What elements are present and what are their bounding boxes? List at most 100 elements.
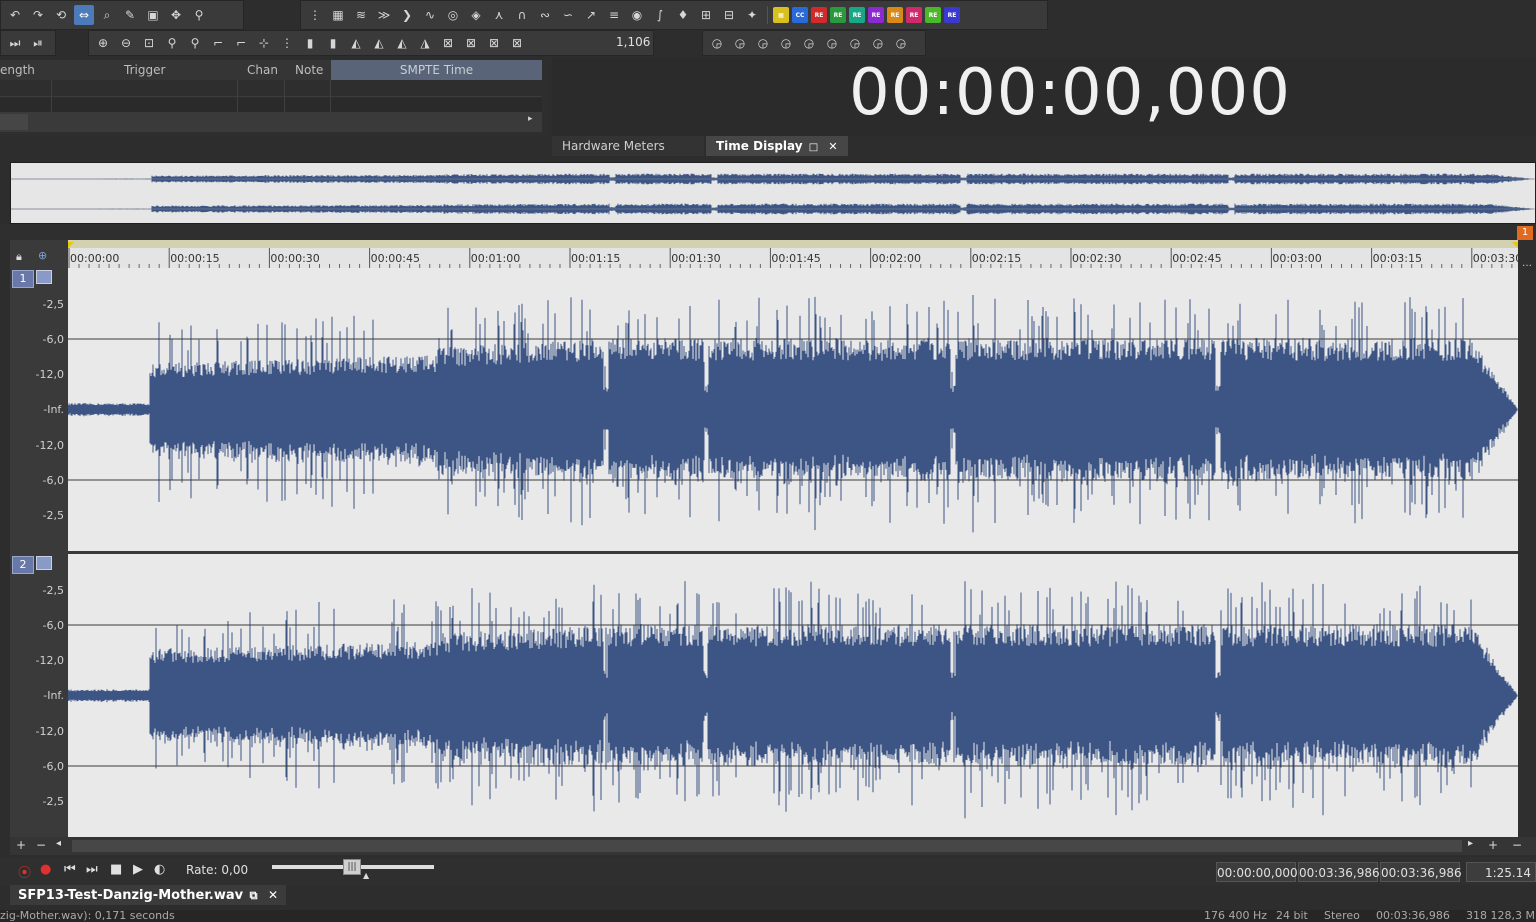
play-icon[interactable]: ▶	[133, 862, 143, 877]
next-icon[interactable]: ⏯	[28, 33, 48, 53]
record-icon[interactable]: ●	[40, 862, 51, 877]
channel-1-waveform[interactable]	[67, 268, 1518, 551]
scroll-right-icon[interactable]: ▸	[528, 114, 533, 124]
undo-icon[interactable]: ↶	[5, 5, 25, 25]
go-to-end-icon[interactable]: ⏭	[86, 862, 98, 877]
plugin-red-icon[interactable]: RE	[811, 7, 827, 23]
marker-icon-5[interactable]: ◭	[392, 33, 412, 53]
column-trigger[interactable]: Trigger	[124, 63, 165, 77]
process-icon-6[interactable]: ∿	[420, 5, 440, 25]
process-icon-14[interactable]: ≡	[604, 5, 624, 25]
plugin-green-icon[interactable]: RE	[830, 7, 846, 23]
plugin-orange-icon[interactable]: RE	[887, 7, 903, 23]
zoom-out-icon[interactable]: ⊖	[116, 33, 136, 53]
marker-icon-1[interactable]: ▮	[300, 33, 320, 53]
process-icon-16[interactable]: ∫	[650, 5, 670, 25]
process-icon-12[interactable]: ∽	[558, 5, 578, 25]
plugin-lime-icon[interactable]: RE	[925, 7, 941, 23]
process-icon-3[interactable]: ≋	[351, 5, 371, 25]
zoom-preset-2-icon[interactable]: ⚲	[185, 33, 205, 53]
process-icon-13[interactable]: ↗	[581, 5, 601, 25]
channel-1-number[interactable]: 1	[12, 270, 34, 288]
tab-hardware-meters[interactable]: Hardware Meters	[552, 136, 704, 156]
scroll-left-icon[interactable]: ◂	[56, 838, 61, 849]
horizontal-scroll-bar[interactable]: + − ◂ ▸ + −	[10, 837, 1536, 855]
marker-icon-4[interactable]: ◭	[369, 33, 389, 53]
regions-list-scrollbar[interactable]: ▸	[0, 112, 542, 132]
process-icon-2[interactable]: ▦	[328, 5, 348, 25]
plugin-teal-icon[interactable]: RE	[849, 7, 865, 23]
process-icon-9[interactable]: ⋏	[489, 5, 509, 25]
snap-icon-3[interactable]: ⊠	[484, 33, 504, 53]
snap-to-ruler-icon[interactable]: ⊕	[38, 249, 47, 262]
document-tab[interactable]: SFP13-Test-Danzig-Mother.wav ⧉ ✕	[10, 885, 287, 905]
fx-chain-icon-2[interactable]: ◶	[730, 33, 750, 53]
go-to-end-icon[interactable]: ⏭	[5, 33, 25, 53]
fx-chain-icon-7[interactable]: ◶	[845, 33, 865, 53]
fx-chain-icon-6[interactable]: ◶	[822, 33, 842, 53]
restore-icon[interactable]: ⧉	[250, 889, 258, 902]
fx-chain-icon-5[interactable]: ◶	[799, 33, 819, 53]
fx-chain-icon-9[interactable]: ◶	[891, 33, 911, 53]
stop-icon[interactable]: ■	[110, 862, 122, 877]
lock-icon[interactable]: 🔒︎	[16, 250, 22, 264]
channel-2-minimize-icon[interactable]	[36, 556, 52, 570]
zoom-in-vertical-icon[interactable]: +	[16, 838, 26, 852]
close-icon[interactable]: ✕	[828, 140, 837, 153]
snap-icon-1[interactable]: ⊠	[438, 33, 458, 53]
process-icon-4[interactable]: ≫	[374, 5, 394, 25]
plugin-yellow-icon[interactable]: ▦	[773, 7, 789, 23]
zoom-ratio[interactable]: 1:25.14	[1466, 862, 1536, 882]
restore-icon[interactable]: □	[809, 142, 818, 153]
channel-2-number[interactable]: 2	[12, 556, 34, 574]
status-bit-depth[interactable]: 24 bit	[1276, 910, 1308, 922]
region-icon-1[interactable]: ⌐	[208, 33, 228, 53]
plugin-indigo-icon[interactable]: RE	[944, 7, 960, 23]
process-icon-8[interactable]: ◈	[466, 5, 486, 25]
process-icon-1[interactable]: ⋮	[305, 5, 325, 25]
fx-chain-icon-3[interactable]: ◶	[753, 33, 773, 53]
zoom-in-icon[interactable]: ⊕	[93, 33, 113, 53]
region-icon-2[interactable]: ⌐	[231, 33, 251, 53]
marker-icon-2[interactable]: ▮	[323, 33, 343, 53]
process-icon-7[interactable]: ◎	[443, 5, 463, 25]
play-all-icon[interactable]: ◐	[154, 862, 165, 877]
column-note[interactable]: Note	[295, 63, 323, 77]
tab-time-display[interactable]: Time Display □ ✕	[706, 136, 848, 156]
status-sample-rate[interactable]: 176 400 Hz	[1204, 910, 1267, 922]
column-smpte-time[interactable]: SMPTE Time	[331, 60, 542, 80]
scroll-right-icon[interactable]: ▸	[1468, 838, 1473, 849]
zoom-out-horizontal-icon[interactable]: −	[1512, 838, 1522, 852]
regions-list-row[interactable]	[0, 80, 542, 97]
go-to-start-icon[interactable]: ⏮	[64, 862, 76, 877]
process-icon-19[interactable]: ⊟	[719, 5, 739, 25]
zoom-in-horizontal-icon[interactable]: +	[1488, 838, 1498, 852]
process-icon-17[interactable]: ♦	[673, 5, 693, 25]
process-icon-20[interactable]: ✦	[742, 5, 762, 25]
column-chan[interactable]: Chan	[247, 63, 278, 77]
plugin-purple-icon[interactable]: RE	[868, 7, 884, 23]
close-icon[interactable]: ✕	[268, 888, 278, 902]
event-tool-icon[interactable]: ▣	[143, 5, 163, 25]
channel-1-minimize-icon[interactable]	[36, 270, 52, 284]
snap-icon[interactable]: ⚲	[189, 5, 209, 25]
zoom-preset-1-icon[interactable]: ⚲	[162, 33, 182, 53]
process-icon-5[interactable]: ❯	[397, 5, 417, 25]
envelope-tool-icon[interactable]: ✥	[166, 5, 186, 25]
column-length[interactable]: ength	[0, 63, 35, 77]
fx-chain-icon-4[interactable]: ◶	[776, 33, 796, 53]
fx-chain-icon-1[interactable]: ◶	[707, 33, 727, 53]
plugin-pink-icon[interactable]: RE	[906, 7, 922, 23]
process-icon-10[interactable]: ∩	[512, 5, 532, 25]
scroll-thumb[interactable]	[72, 840, 1462, 852]
selection-start[interactable]: 00:00:00,000	[1216, 862, 1298, 882]
magnify-tool-icon[interactable]: ⌕	[97, 5, 117, 25]
process-icon-11[interactable]: ∾	[535, 5, 555, 25]
region-icon-4[interactable]: ⋮	[277, 33, 297, 53]
plugin-blue-icon[interactable]: CC	[792, 7, 808, 23]
snap-icon-2[interactable]: ⊠	[461, 33, 481, 53]
selection-end[interactable]: 00:03:36,986	[1298, 862, 1380, 882]
redo-icon[interactable]: ↷	[28, 5, 48, 25]
rate-slider-handle[interactable]: |||	[343, 859, 361, 875]
time-ruler[interactable]: 00:00:00 00:00:15 00:00:30 00:00:45 00:01:00…	[68, 240, 1522, 268]
